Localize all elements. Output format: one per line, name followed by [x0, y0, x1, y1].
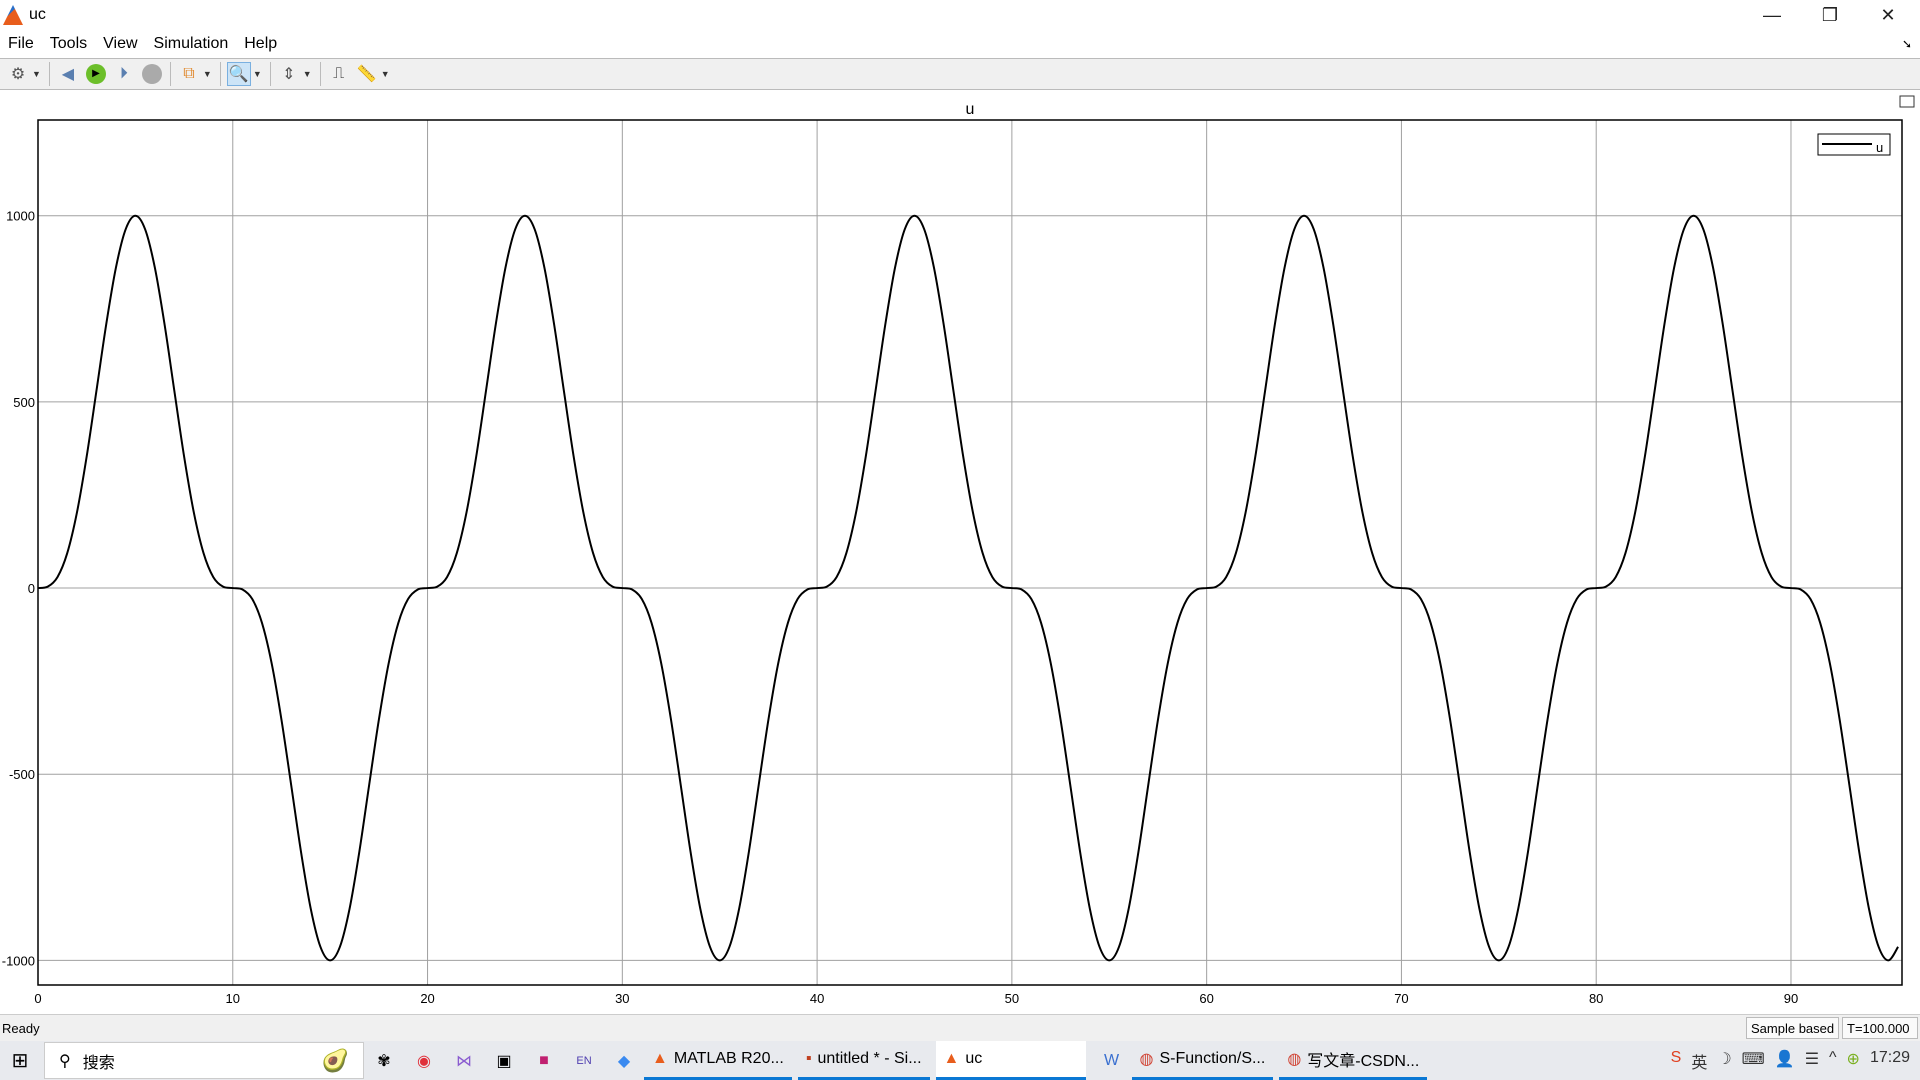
menu-file[interactable]: File — [0, 35, 42, 53]
avocado-icon: 🥑 — [321, 1047, 349, 1073]
window-title: uc — [29, 6, 46, 23]
y-tick-label: 500 — [13, 395, 35, 410]
dropdown-arrow-icon[interactable]: ▼ — [381, 69, 390, 79]
taskbar-search[interactable]: ⚲ 搜索 🥑 — [44, 1042, 364, 1079]
task-uc[interactable]: ▲ uc — [935, 1041, 1086, 1080]
chrome-icon: ◍ — [1287, 1051, 1302, 1068]
dropdown-arrow-icon[interactable]: ▼ — [303, 69, 312, 79]
separator — [48, 62, 50, 86]
separator — [319, 62, 321, 86]
task-matlab[interactable]: ▲ MATLAB R20... — [644, 1041, 792, 1080]
dropdown-arrow-icon[interactable]: ▼ — [253, 69, 262, 79]
separator — [219, 62, 221, 86]
x-tick-label: 30 — [615, 991, 629, 1006]
chrome-icon: ◍ — [1139, 1051, 1154, 1068]
menu-help[interactable]: Help — [236, 35, 285, 53]
x-tick-label: 20 — [420, 991, 434, 1006]
restore-button[interactable]: ❐ — [1801, 0, 1859, 30]
plot-title: u — [966, 101, 975, 118]
clock[interactable]: 17:29 — [1870, 1049, 1910, 1073]
y-tick-label: -1000 — [2, 953, 35, 968]
search-label: 搜索 — [82, 1054, 115, 1072]
status-bar: Ready Sample based T=100.000 — [0, 1014, 1920, 1041]
menu-view[interactable]: View — [95, 35, 145, 53]
app-icon-2[interactable]: ▣ — [484, 1051, 524, 1071]
y-tick-label: 0 — [28, 581, 35, 596]
task-label: S-Function/S... — [1159, 1050, 1266, 1067]
legend-label: u — [1876, 140, 1883, 155]
separator — [269, 62, 271, 86]
task-label: MATLAB R20... — [673, 1050, 784, 1067]
feishu-icon[interactable]: ◆ — [604, 1051, 644, 1071]
step-forward-icon[interactable]: ⏵ — [112, 62, 136, 86]
task-chrome-csdn[interactable]: ◍ 写文章-CSDN... — [1279, 1041, 1428, 1080]
x-tick-label: 80 — [1589, 991, 1603, 1006]
task-label: uc — [965, 1050, 983, 1067]
en-icon[interactable]: EN — [564, 1055, 604, 1067]
search-icon: ⚲ — [59, 1052, 71, 1070]
legend[interactable]: u — [1817, 133, 1891, 156]
app-icon-1[interactable]: ✾ — [364, 1051, 404, 1071]
task-chrome-sfunction[interactable]: ◍ S-Function/S... — [1131, 1041, 1274, 1080]
word-icon[interactable]: W — [1092, 1052, 1132, 1070]
simulink-icon: ▪ — [805, 1050, 812, 1067]
x-tick-label: 60 — [1199, 991, 1213, 1006]
triggers-icon[interactable]: ⎍ — [327, 62, 351, 86]
menu-icon[interactable]: ☰ — [1805, 1049, 1819, 1073]
tray-app-icon[interactable]: ⊕ — [1847, 1049, 1860, 1073]
close-button[interactable]: ✕ — [1859, 0, 1917, 30]
sogou-icon[interactable]: S — [1671, 1049, 1682, 1073]
menu-tools[interactable]: Tools — [42, 35, 95, 53]
step-back-icon[interactable]: ◀ — [56, 62, 80, 86]
menu-bar: File Tools View Simulation Help ➘ — [0, 30, 1920, 58]
chevron-up-icon[interactable]: ^ — [1829, 1049, 1837, 1073]
run-icon[interactable]: ▶ — [84, 62, 108, 86]
matlab-icon: ▲ — [652, 1050, 668, 1067]
x-tick-label: 50 — [1005, 991, 1019, 1006]
minimize-button[interactable]: — — [1743, 0, 1801, 30]
axes-box — [37, 119, 1903, 986]
status-text: Ready — [2, 1021, 40, 1036]
dropdown-arrow-icon[interactable]: ▼ — [203, 69, 212, 79]
x-tick-label: 0 — [34, 991, 41, 1006]
toolbar: ⚙ ▼ ◀ ▶ ⏵ ⧉ ▼ 🔍 ▼ ⇕ ▼ ⎍ 📏 ▼ — [0, 58, 1920, 90]
windows-start-icon[interactable]: ⊞ — [0, 1048, 40, 1073]
taskbar: ⊞ ⚲ 搜索 🥑 ✾ ◉ ⋈ ▣ ■ EN ◆ ▲ MATLAB R20... ▪… — [0, 1041, 1920, 1080]
separator — [169, 62, 171, 86]
ime-mode[interactable]: 英 — [1691, 1049, 1707, 1073]
netease-music-icon[interactable]: ◉ — [404, 1051, 444, 1071]
y-tick-label: 1000 — [6, 209, 35, 224]
zoom-in-icon[interactable]: 🔍 — [226, 62, 251, 86]
matlab-icon — [3, 5, 23, 25]
x-tick-label: 90 — [1784, 991, 1798, 1006]
task-simulink[interactable]: ▪ untitled * - Si... — [797, 1041, 930, 1080]
scope-plot-area: u 0 10 20 30 40 50 60 70 80 90 -1000 -500 0 500 1000 u — [0, 90, 1920, 1014]
autoscale-icon[interactable]: ⇕ — [277, 62, 301, 86]
x-tick-label: 10 — [226, 991, 240, 1006]
user-icon[interactable]: 👤 — [1775, 1049, 1795, 1073]
gear-icon[interactable]: ⚙ — [6, 62, 30, 86]
stop-icon[interactable] — [140, 62, 164, 86]
moon-icon[interactable]: ☽ — [1717, 1049, 1731, 1073]
signal-selector-icon[interactable]: ⧉ — [177, 62, 201, 86]
sample-mode: Sample based — [1746, 1017, 1840, 1039]
intellij-icon[interactable]: ■ — [524, 1052, 564, 1070]
matlab-icon: ▲ — [943, 1050, 960, 1067]
system-tray: S 英 ☽ ⌨ 👤 ☰ ^ ⊕ 17:29 — [1671, 1049, 1920, 1073]
scope-chart[interactable]: u 0 10 20 30 40 50 60 70 80 90 -1000 -500 0 500 1000 u — [0, 90, 1920, 1014]
keyboard-icon[interactable]: ⌨ — [1742, 1049, 1765, 1073]
undock-icon[interactable]: ➘ — [1894, 37, 1920, 51]
x-tick-label: 70 — [1394, 991, 1408, 1006]
x-tick-label: 40 — [810, 991, 824, 1006]
title-bar: uc — ❐ ✕ — [0, 0, 1920, 30]
task-label: untitled * - Si... — [817, 1050, 922, 1067]
y-tick-label: -500 — [9, 767, 35, 782]
visual-studio-icon[interactable]: ⋈ — [444, 1051, 484, 1071]
menu-simulation[interactable]: Simulation — [146, 35, 237, 53]
measurements-icon[interactable]: 📏 — [355, 62, 379, 86]
undock-axes-icon[interactable] — [1899, 95, 1915, 108]
task-label: 写文章-CSDN... — [1307, 1053, 1420, 1070]
sim-time: T=100.000 — [1842, 1017, 1918, 1039]
dropdown-arrow-icon[interactable]: ▼ — [32, 69, 41, 79]
